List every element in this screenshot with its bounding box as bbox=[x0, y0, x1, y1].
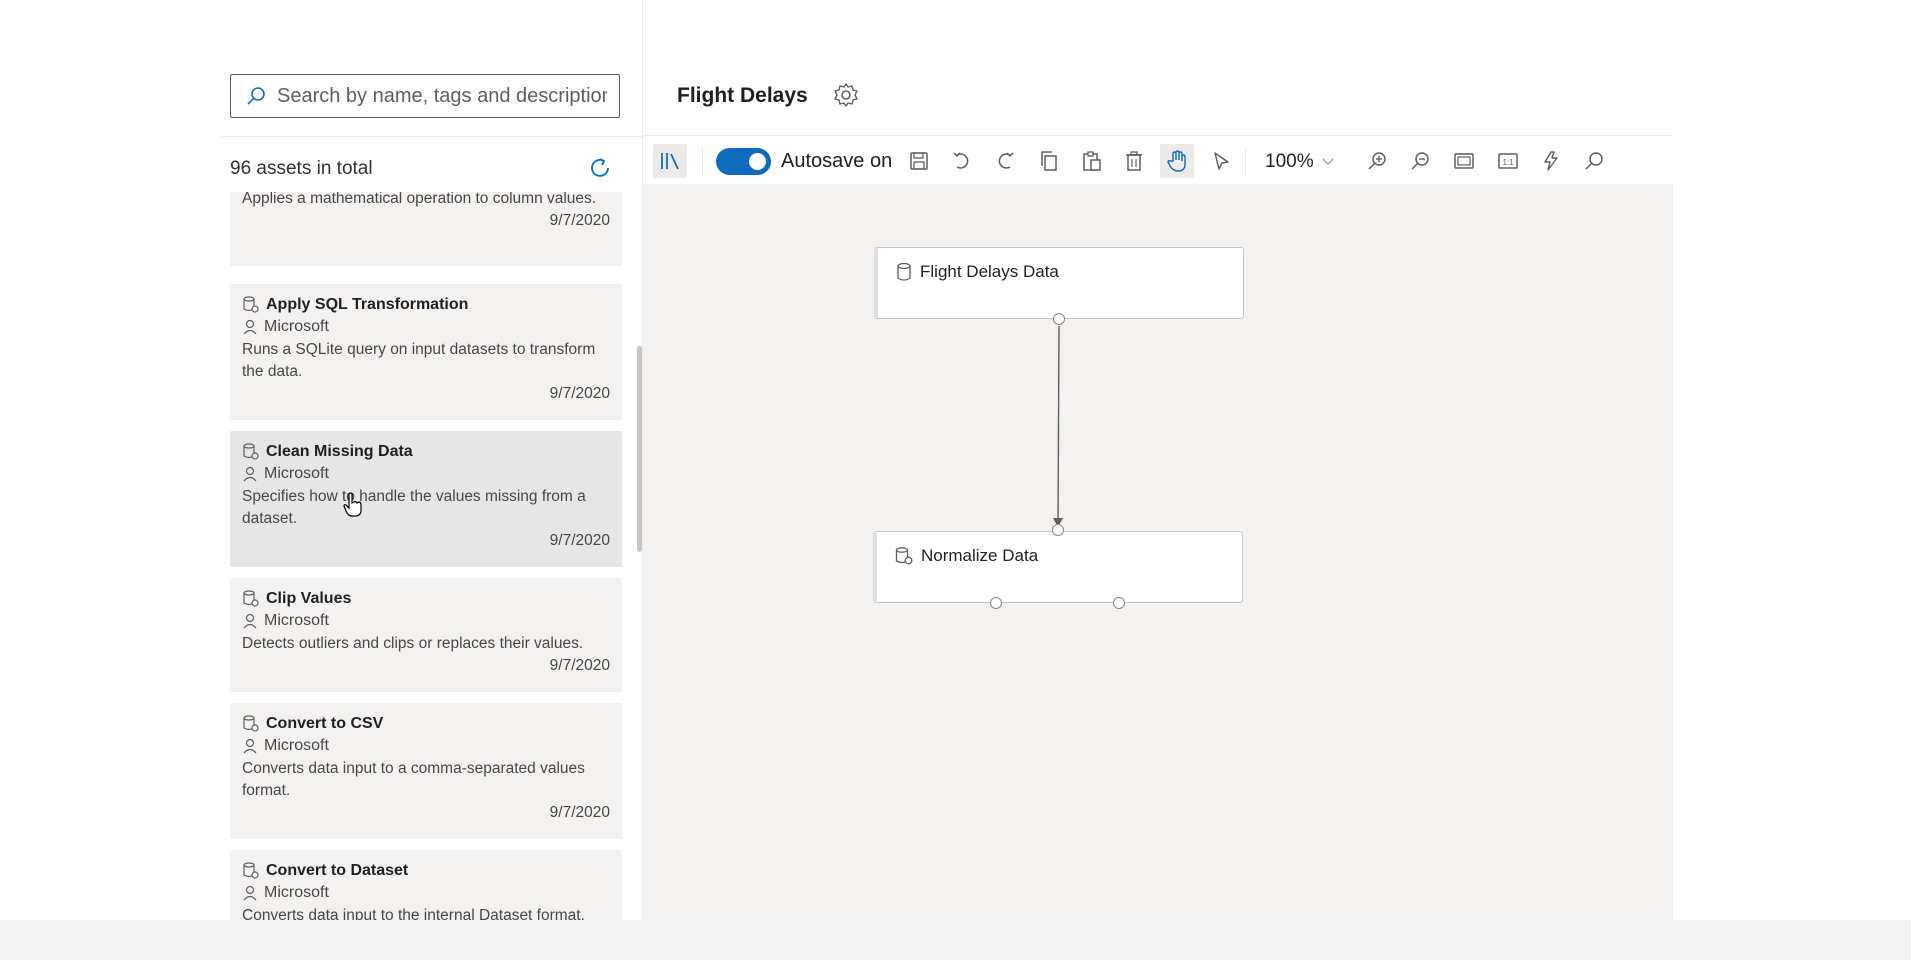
module-icon bbox=[895, 547, 913, 565]
output-port[interactable] bbox=[1113, 597, 1125, 609]
input-port[interactable] bbox=[1052, 524, 1064, 536]
pipeline-node[interactable]: Normalize Data bbox=[873, 531, 1243, 603]
output-port[interactable] bbox=[1053, 313, 1065, 325]
node-title: Normalize Data bbox=[921, 546, 1039, 565]
dataset-icon bbox=[897, 262, 911, 281]
node-title: Flight Delays Data bbox=[920, 262, 1059, 281]
output-port[interactable] bbox=[990, 597, 1002, 609]
connection-layer bbox=[1053, 325, 1063, 527]
pipeline-node[interactable]: Flight Delays Data bbox=[874, 247, 1244, 319]
bottom-bar bbox=[0, 920, 1911, 960]
connection-edge bbox=[1057, 325, 1060, 527]
